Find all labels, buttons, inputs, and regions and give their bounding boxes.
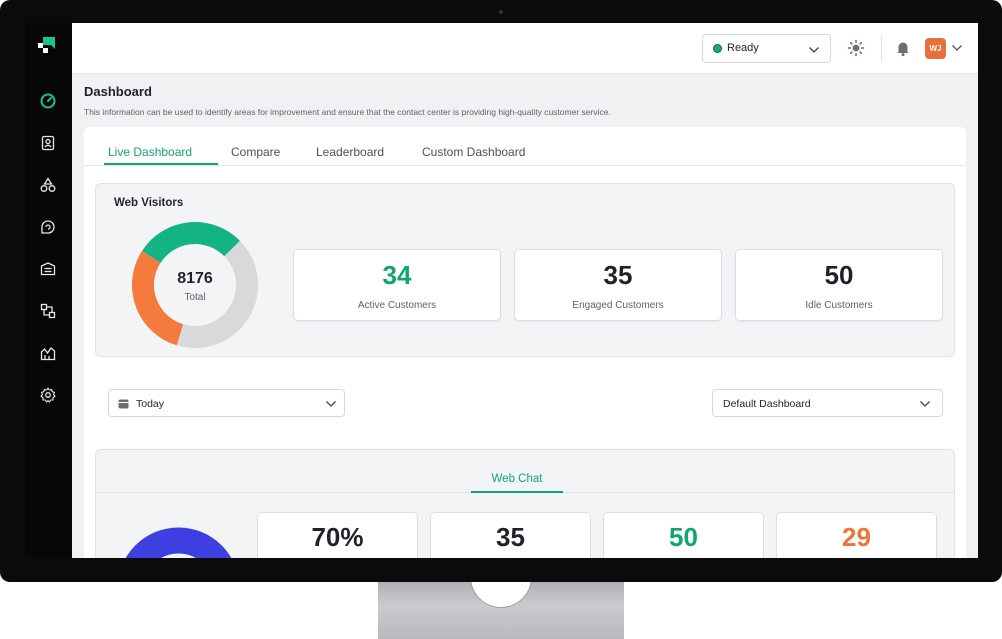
web-chat-stat-card: 70% (257, 512, 418, 558)
sidebar (25, 23, 72, 558)
visitors-total-label: Total (184, 292, 206, 303)
dashboard-icon[interactable] (39, 92, 57, 110)
web-chat-tabs: Web Chat (96, 450, 954, 493)
engaged-customers-value: 35 (603, 260, 633, 290)
tab-compare[interactable]: Compare (231, 145, 280, 159)
dashboard-selector-value: Default Dashboard (723, 398, 811, 410)
tab-live-dashboard[interactable]: Live Dashboard (108, 145, 192, 159)
web-chat-stat-card: 29 (776, 512, 937, 558)
date-range-value: Today (136, 398, 165, 410)
web-visitors-title: Web Visitors (114, 197, 184, 209)
inbox-icon[interactable] (39, 260, 57, 278)
donut-slice-active-customers (142, 222, 240, 264)
web-chat-tab-indicator (471, 491, 563, 493)
date-range-dropdown[interactable]: Today (108, 389, 345, 417)
page-title: Dashboard (84, 84, 152, 99)
contacts-icon[interactable] (39, 134, 57, 152)
user-avatar[interactable]: WJ (925, 38, 946, 59)
chevron-down-icon (809, 47, 819, 53)
tab-web-chat[interactable]: Web Chat (471, 473, 563, 485)
idle-customers-card: 50 Idle Customers (735, 249, 943, 321)
header-divider (881, 35, 882, 62)
chevron-down-icon[interactable] (951, 44, 963, 52)
web-chat-stat-card: 50 (603, 512, 764, 558)
dashboard-selector-dropdown[interactable]: Default Dashboard (712, 389, 943, 417)
web-chat-stat-value: 50 (669, 522, 698, 552)
web-chat-stat-value: 29 (842, 522, 871, 552)
dashboard-content: Live Dashboard Compare Leaderboard Custo… (84, 127, 966, 558)
web-chat-panel: Web Chat 70% 35 50 29 (95, 449, 955, 558)
tab-leaderboard[interactable]: Leaderboard (316, 145, 384, 159)
analytics-icon[interactable] (39, 344, 57, 362)
top-header: Ready WJ (72, 23, 978, 74)
chevron-down-icon (920, 401, 930, 407)
web-chat-donut-chart (125, 527, 232, 558)
active-customers-label: Active Customers (357, 300, 437, 311)
active-customers-card: 34 Active Customers (293, 249, 501, 321)
visitors-total-value: 8176 (177, 270, 213, 287)
dashboard-tabs: Live Dashboard Compare Leaderboard Custo… (84, 127, 966, 166)
engaged-customers-label: Engaged Customers (572, 300, 664, 311)
idle-customers-value: 50 (824, 260, 854, 290)
bell-icon[interactable] (894, 39, 912, 57)
chat-icon[interactable] (39, 218, 57, 236)
shapes-icon[interactable] (39, 176, 57, 194)
status-dropdown[interactable]: Ready (702, 34, 831, 63)
web-visitors-panel: Web Visitors 8176 Total 34 Active Custom… (95, 183, 955, 357)
app-screen: Ready WJ Dashboard This information can … (25, 23, 978, 558)
engaged-customers-card: 35 Engaged Customers (514, 249, 722, 321)
active-customers-value: 34 (382, 260, 412, 290)
chevron-down-icon (326, 401, 336, 407)
idle-customers-label: Idle Customers (805, 300, 873, 311)
status-label: Ready (727, 42, 759, 54)
monitor-bezel: Ready WJ Dashboard This information can … (0, 0, 1002, 582)
active-tab-indicator (104, 163, 218, 165)
app-logo-icon (38, 37, 55, 53)
status-indicator (713, 44, 722, 53)
web-chat-stat-value: 70% (311, 522, 364, 552)
web-chat-stat-value: 35 (496, 522, 525, 552)
tab-custom-dashboard[interactable]: Custom Dashboard (422, 145, 525, 159)
workflow-icon[interactable] (39, 302, 57, 320)
settings-icon[interactable] (39, 386, 57, 404)
calendar-icon (118, 399, 129, 409)
sun-icon[interactable] (847, 39, 865, 57)
web-chat-stat-card: 35 (430, 512, 591, 558)
page-description: This information can be used to identify… (84, 107, 611, 117)
camera-dot (499, 10, 503, 14)
